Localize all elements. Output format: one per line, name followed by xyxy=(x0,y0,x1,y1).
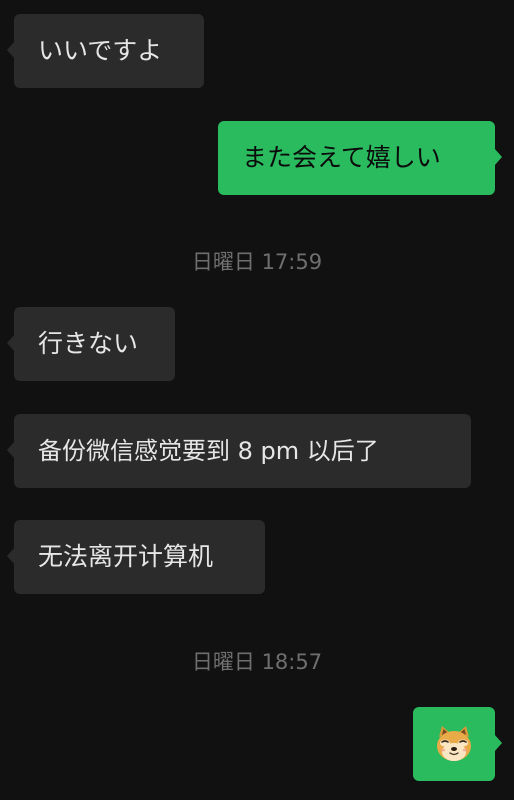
incoming-message-bubble[interactable]: 备份微信感觉要到 8 pm 以后了 xyxy=(7,414,471,488)
incoming-message-bubble[interactable]: いいですよ xyxy=(7,14,204,88)
message-text: 行きない xyxy=(38,329,139,358)
message-text: 备份微信感觉要到 8 pm 以后了 xyxy=(38,437,379,465)
message-text: 无法离开计算机 xyxy=(38,542,214,571)
incoming-message-bubble[interactable]: 无法离开计算机 xyxy=(7,520,265,594)
message-timestamp: 日曜日 18:57 xyxy=(191,650,323,674)
incoming-message-bubble[interactable]: 行きない xyxy=(7,307,175,381)
message-text: また会えて嬉しい xyxy=(242,143,441,172)
message-timestamp: 日曜日 17:59 xyxy=(191,250,323,274)
outgoing-sticker-bubble[interactable] xyxy=(413,707,502,781)
message-text: いいですよ xyxy=(38,36,163,65)
outgoing-message-bubble[interactable]: また会えて嬉しい xyxy=(218,121,502,195)
doge-emoji-icon xyxy=(437,726,471,761)
